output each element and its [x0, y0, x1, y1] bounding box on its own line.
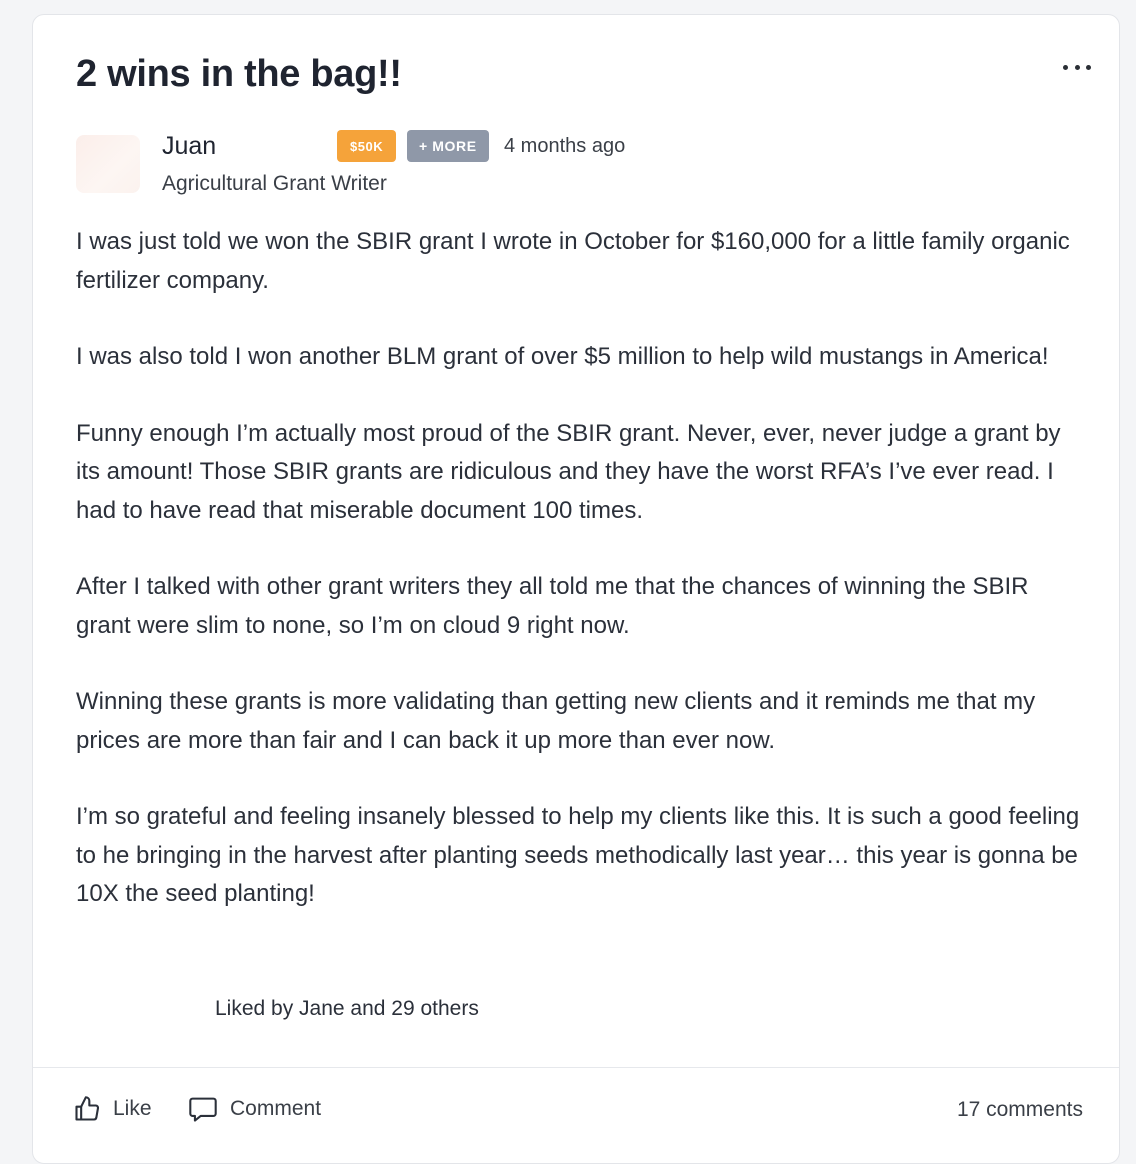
like-button[interactable]: Like [73, 1095, 152, 1123]
comment-count[interactable]: 17 comments [957, 1098, 1083, 1122]
post-title: 2 wins in the bag!! [76, 53, 402, 95]
comment-button[interactable]: Comment [188, 1095, 321, 1123]
body-paragraph: I was also told I won another BLM grant … [76, 343, 1049, 370]
body-paragraph: Funny enough I’m actually most proud of … [76, 419, 1061, 524]
more-badges-button[interactable]: + MORE [407, 130, 489, 162]
dot [1086, 64, 1091, 70]
thumbs-up-icon [73, 1095, 101, 1123]
dot [1063, 64, 1068, 70]
author-role: Agricultural Grant Writer [162, 172, 387, 195]
body-paragraph: I was just told we won the SBIR grant I … [76, 228, 1070, 294]
divider [33, 1067, 1119, 1068]
avatar[interactable] [76, 135, 140, 193]
ellipsis-icon[interactable] [1063, 59, 1091, 75]
author-name[interactable]: Juan [162, 132, 216, 161]
badge-50k: $50K [337, 130, 397, 162]
post-timestamp: 4 months ago [504, 135, 626, 157]
comment-label: Comment [230, 1097, 322, 1120]
dot [1074, 64, 1080, 70]
speech-bubble-icon [188, 1095, 218, 1123]
like-label: Like [113, 1097, 152, 1120]
body-paragraph: Winning these grants is more validating … [76, 688, 1036, 754]
body-paragraph: After I talked with other grant writers … [76, 573, 1029, 639]
post-card: 2 wins in the bag!! Juan $50K + MORE 4 m… [32, 14, 1120, 1164]
post-body: I was just told we won the SBIR grant I … [76, 223, 1086, 952]
body-paragraph: I’m so grateful and feeling insanely ble… [76, 803, 1080, 907]
liked-by-text[interactable]: Liked by Jane and 29 others [215, 997, 479, 1021]
